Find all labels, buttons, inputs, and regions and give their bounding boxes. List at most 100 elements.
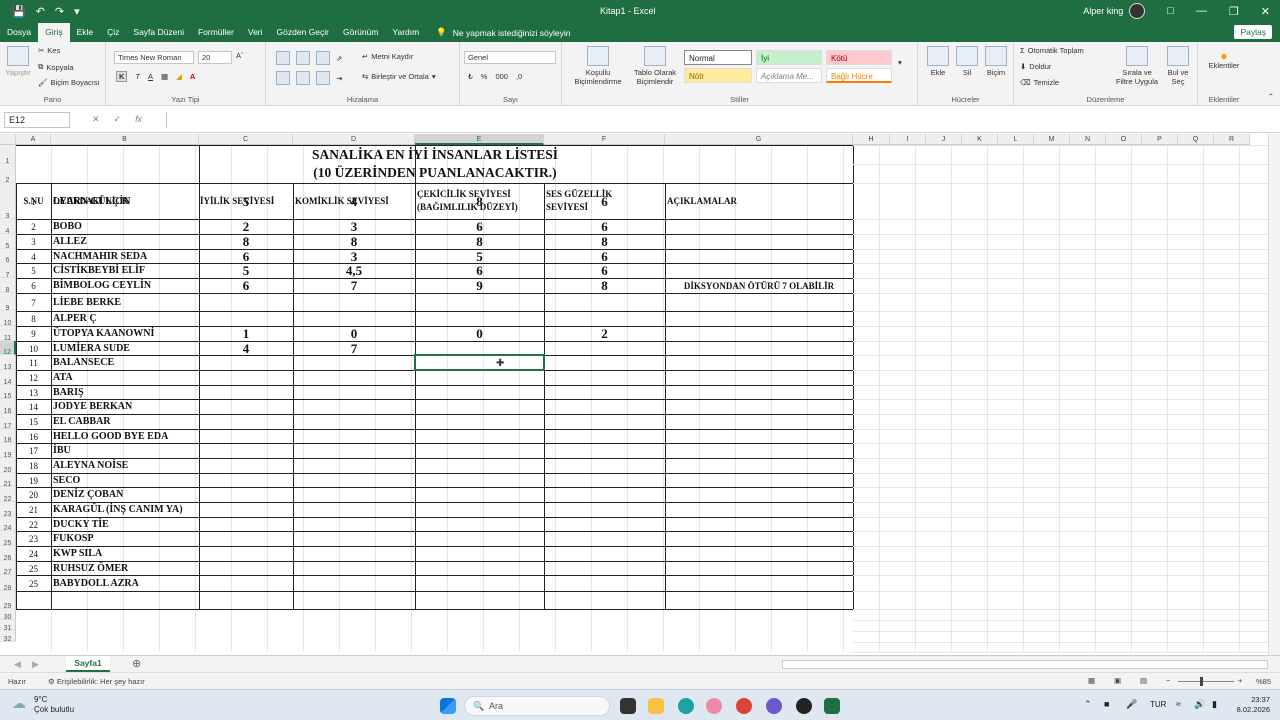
- align-bottom-icon[interactable]: [316, 51, 330, 65]
- column-header-i[interactable]: I: [890, 134, 926, 145]
- tray-app-icon[interactable]: ■: [1104, 699, 1109, 709]
- restore-icon[interactable]: ❐: [1229, 5, 1239, 18]
- autosum-button[interactable]: Σ Otomatik Toplam: [1020, 46, 1084, 55]
- page-layout-icon[interactable]: ▣: [1114, 676, 1121, 685]
- format-as-table-button[interactable]: Tablo Olarak Biçimlendir: [630, 46, 680, 86]
- column-header-q[interactable]: Q: [1178, 134, 1214, 145]
- indent-icon[interactable]: ⇥: [336, 74, 342, 83]
- zoom-in-icon[interactable]: +: [1238, 676, 1242, 685]
- font-color-icon[interactable]: A: [190, 72, 195, 81]
- row-header-16[interactable]: 16: [0, 399, 16, 415]
- insert-cells-button[interactable]: Ekle: [924, 46, 952, 77]
- horizontal-scrollbar[interactable]: [782, 660, 1268, 669]
- style-explanatory[interactable]: Açıklama Me...: [756, 68, 822, 83]
- column-header-m[interactable]: M: [1034, 134, 1070, 145]
- zoom-thumb[interactable]: [1200, 677, 1203, 686]
- font-size-select[interactable]: 20: [198, 51, 232, 64]
- cut-button[interactable]: ✂ Kes: [38, 46, 60, 55]
- style-neutral[interactable]: Nötr: [684, 68, 752, 83]
- align-center-icon[interactable]: [296, 71, 310, 85]
- github-icon[interactable]: [796, 698, 812, 714]
- column-header-d[interactable]: D: [293, 134, 415, 145]
- row-header-20[interactable]: 20: [0, 458, 16, 474]
- row-header-26[interactable]: 26: [0, 546, 16, 562]
- row-header-5[interactable]: 5: [0, 234, 16, 250]
- wrap-text-button[interactable]: ↵ Metni Kaydır: [362, 52, 413, 61]
- row-header-6[interactable]: 6: [0, 249, 16, 264]
- tab-1[interactable]: Giriş: [38, 23, 70, 42]
- row-header-2[interactable]: 2: [0, 164, 16, 184]
- language-indicator[interactable]: TUR: [1150, 700, 1166, 709]
- row-header-19[interactable]: 19: [0, 443, 16, 459]
- thousands-icon[interactable]: 000: [495, 72, 508, 81]
- ribbon-display-icon[interactable]: □: [1167, 5, 1174, 17]
- column-header-e[interactable]: E: [415, 134, 544, 145]
- increase-decimal-icon[interactable]: ,0: [516, 72, 522, 81]
- borders-icon[interactable]: ▦: [161, 72, 168, 81]
- scroll-right-icon[interactable]: ▶: [32, 659, 39, 670]
- addins-button[interactable]: ● Eklentiler: [1202, 50, 1246, 70]
- app-icon[interactable]: [766, 698, 782, 714]
- task-view-icon[interactable]: [620, 698, 636, 714]
- row-header-11[interactable]: 11: [0, 326, 16, 342]
- style-normal[interactable]: Normal: [684, 50, 752, 65]
- clock-time[interactable]: 23:37: [1236, 695, 1270, 704]
- chrome-icon[interactable]: [736, 698, 752, 714]
- column-header-n[interactable]: N: [1070, 134, 1106, 145]
- format-cells-button[interactable]: Biçim: [982, 46, 1010, 77]
- row-header-31[interactable]: 31: [0, 620, 16, 632]
- function-icon[interactable]: fx: [135, 114, 142, 125]
- accessibility-status[interactable]: ⚙ Erişilebilirlik: Her şey hazır: [48, 677, 145, 686]
- zoom-level[interactable]: %85: [1256, 677, 1271, 686]
- conditional-formatting-button[interactable]: Koşullu Biçimlendirme: [568, 46, 628, 86]
- row-header-15[interactable]: 15: [0, 385, 16, 400]
- style-bad[interactable]: Kötü: [826, 50, 892, 65]
- start-icon[interactable]: [440, 698, 456, 714]
- tray-chevron-icon[interactable]: ⌃: [1084, 699, 1092, 710]
- row-header-14[interactable]: 14: [0, 370, 16, 386]
- row-header-10[interactable]: 10: [0, 311, 16, 327]
- style-good[interactable]: İyi: [756, 50, 822, 65]
- normal-view-icon[interactable]: ▦: [1088, 676, 1095, 685]
- row-header-12[interactable]: 12: [0, 341, 16, 356]
- row-header-9[interactable]: 9: [0, 293, 16, 312]
- row-header-13[interactable]: 13: [0, 355, 16, 371]
- clock-date[interactable]: 8.02.2026: [1226, 705, 1270, 714]
- tab-6[interactable]: Veri: [241, 23, 270, 42]
- volume-icon[interactable]: 🔊: [1194, 699, 1205, 710]
- close-icon[interactable]: ✕: [1261, 5, 1270, 18]
- save-icon[interactable]: 💾: [12, 5, 26, 18]
- number-format-select[interactable]: Genel: [464, 51, 556, 64]
- row-header-32[interactable]: 32: [0, 631, 16, 643]
- styles-more-icon[interactable]: ▾: [898, 58, 902, 67]
- tell-me-box[interactable]: 💡 Ne yapmak istediğinizi söyleyin: [436, 27, 570, 38]
- column-header-g[interactable]: G: [665, 134, 853, 145]
- row-header-25[interactable]: 25: [0, 531, 16, 547]
- wifi-icon[interactable]: ≈: [1176, 699, 1181, 709]
- tab-5[interactable]: Formüller: [191, 23, 241, 42]
- tab-7[interactable]: Gözden Geçir: [270, 23, 336, 42]
- name-box[interactable]: E12: [4, 112, 70, 128]
- cancel-icon[interactable]: ✕: [92, 114, 100, 125]
- redo-icon[interactable]: ↷: [55, 5, 64, 18]
- edge-icon[interactable]: [678, 698, 694, 714]
- underline-button[interactable]: A: [148, 72, 153, 81]
- row-header-18[interactable]: 18: [0, 429, 16, 444]
- zoom-out-icon[interactable]: −: [1166, 676, 1170, 685]
- column-header-c[interactable]: C: [199, 134, 293, 145]
- row-header-1[interactable]: 1: [0, 145, 16, 165]
- tab-0[interactable]: Dosya: [0, 23, 38, 42]
- align-top-icon[interactable]: [276, 51, 290, 65]
- undo-icon[interactable]: ↶: [36, 5, 45, 18]
- selected-cell[interactable]: [414, 354, 545, 371]
- column-header-j[interactable]: J: [926, 134, 962, 145]
- scroll-left-icon[interactable]: ◀: [14, 659, 21, 670]
- fill-color-icon[interactable]: ◢: [176, 72, 182, 81]
- mic-icon[interactable]: 🎤: [1126, 699, 1137, 710]
- column-header-f[interactable]: F: [544, 134, 665, 145]
- delete-cells-button[interactable]: Sil: [954, 46, 980, 77]
- column-header-r[interactable]: R: [1214, 134, 1250, 145]
- copy-button[interactable]: ⧉ Kopyala: [38, 62, 73, 72]
- fill-button[interactable]: ⬇ Doldur: [1020, 62, 1051, 71]
- zoom-slider[interactable]: [1178, 681, 1234, 682]
